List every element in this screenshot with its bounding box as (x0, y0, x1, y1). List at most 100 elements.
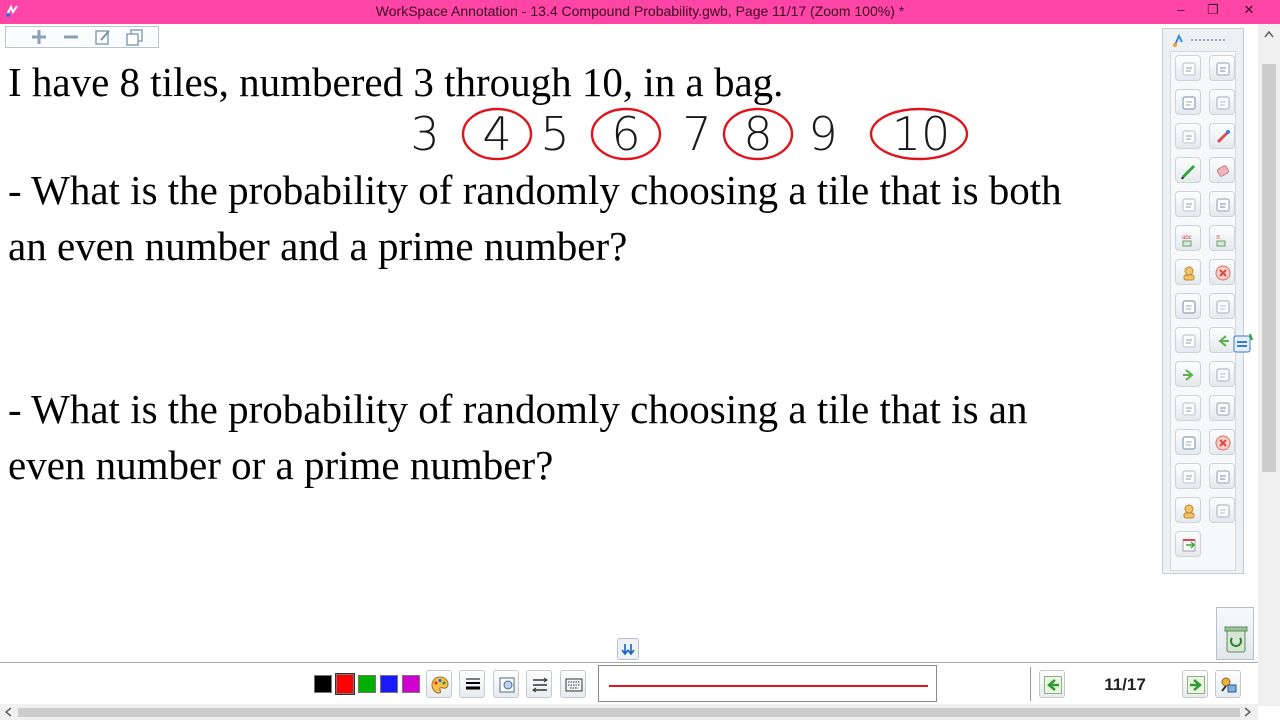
palette-buttons: abc π (1170, 51, 1236, 571)
mouse-icon (1182, 96, 1196, 110)
lines-button[interactable] (1209, 191, 1235, 217)
color-swatch[interactable] (314, 675, 332, 693)
paint-bucket-button[interactable] (1175, 259, 1201, 285)
line-style-button[interactable] (526, 670, 552, 698)
recycle-bin-button[interactable] (1216, 607, 1254, 660)
pen-icon (1181, 164, 1196, 180)
magic-pen-icon (1216, 130, 1230, 144)
question-1-line-2: an even number and a prime number? (8, 223, 628, 269)
scroll-up-icon[interactable] (1264, 30, 1274, 38)
next-page-icon (1183, 369, 1194, 381)
previous-page-button[interactable] (1039, 670, 1065, 698)
remove-page-button[interactable] (1209, 55, 1235, 81)
tool-palette: abc π (1162, 28, 1244, 574)
color-swatch[interactable] (402, 675, 420, 693)
shape-recognition-button[interactable]: π (1209, 225, 1235, 251)
window-title: WorkSpace Annotation - 13.4 Compound Pro… (375, 3, 905, 19)
horizontal-scroll-thumb[interactable] (18, 708, 1240, 717)
save-icon (1182, 402, 1196, 416)
blank-page-icon (1182, 300, 1196, 314)
mouse-button[interactable] (1175, 89, 1201, 115)
palette-dock-icon[interactable] (1233, 334, 1253, 354)
magic-pen-button[interactable] (1209, 123, 1235, 149)
minimize-button[interactable]: – (1166, 0, 1196, 20)
table-button[interactable] (1209, 361, 1235, 387)
eraser-button[interactable] (1209, 157, 1235, 183)
pages-icon[interactable] (124, 28, 146, 46)
more-tools-button[interactable] (1215, 670, 1241, 698)
screen-capture-icon (1182, 334, 1196, 348)
color-swatch[interactable] (335, 673, 355, 695)
close-button[interactable]: ✕ (1234, 0, 1264, 20)
pen-button[interactable] (1175, 157, 1201, 183)
next-page-button[interactable] (1175, 361, 1201, 387)
user-button[interactable] (1175, 497, 1201, 523)
color-swatch[interactable] (358, 675, 376, 693)
page-mini-toolbar (5, 26, 159, 48)
close-circle-icon (1215, 435, 1231, 451)
restore-button[interactable]: ❐ (1198, 0, 1228, 20)
scroll-right-icon[interactable] (1244, 707, 1252, 717)
color-palette-icon (431, 676, 449, 694)
svg-text:π: π (1216, 235, 1220, 241)
page-indicator: 11/17 (1104, 675, 1146, 694)
blank-page-button[interactable] (1175, 293, 1201, 319)
question-2-line-1: - What is the probability of randomly ch… (8, 386, 1028, 432)
previous-page-icon (1218, 335, 1229, 347)
minus-icon[interactable] (60, 28, 82, 46)
eraser-icon (1216, 165, 1230, 177)
handwritten-number: 3 (410, 107, 439, 161)
add-icon[interactable] (28, 28, 50, 46)
horizontal-scrollbar[interactable] (0, 704, 1258, 720)
screen-capture-button[interactable] (1175, 327, 1201, 353)
add-page-button[interactable] (1175, 55, 1201, 81)
previous-page-button[interactable] (1209, 327, 1235, 353)
line-sample (609, 685, 928, 687)
close-circle-button[interactable] (1209, 429, 1235, 455)
handwritten-number: 9 (808, 107, 837, 161)
select-button[interactable] (1175, 123, 1201, 149)
scroll-left-icon[interactable] (4, 707, 12, 717)
handwritten-number: 7 (682, 107, 711, 161)
lines-icon (1216, 198, 1230, 212)
next-page-button[interactable] (1182, 670, 1208, 698)
transparency-button[interactable] (493, 670, 519, 698)
copy-icon (1216, 96, 1230, 110)
toolbar-divider (1030, 667, 1031, 701)
palette-button[interactable] (426, 670, 452, 698)
clear-icon (1215, 265, 1231, 281)
screenshot-button[interactable] (1209, 463, 1235, 489)
new-page-icon (1216, 300, 1230, 314)
svg-text:abc: abc (1182, 235, 1192, 241)
add-page-icon (1182, 62, 1196, 76)
edit-icon[interactable] (92, 28, 114, 46)
arrow-left-icon (1044, 676, 1062, 694)
text-recognition-button[interactable]: abc (1175, 225, 1201, 251)
double-arrow-down-icon (621, 644, 635, 656)
clear-button[interactable] (1209, 259, 1235, 285)
new-page-button[interactable] (1209, 293, 1235, 319)
title-bar: WorkSpace Annotation - 13.4 Compound Pro… (0, 0, 1280, 24)
handwritten-number: 6 (611, 107, 640, 161)
ruler-icon (1216, 504, 1230, 518)
gallery-icon (1216, 402, 1230, 416)
gallery-button[interactable] (1209, 395, 1235, 421)
keyboard-button[interactable] (560, 670, 586, 698)
ruler-button[interactable] (1209, 497, 1235, 523)
tools-icon (1221, 677, 1237, 693)
highlighter-button[interactable] (1175, 191, 1201, 217)
vertical-scroll-thumb[interactable] (1262, 64, 1276, 472)
vertical-scrollbar[interactable] (1258, 24, 1280, 706)
save-button[interactable] (1175, 395, 1201, 421)
line-width-button[interactable] (459, 670, 485, 698)
exit-icon (1182, 539, 1196, 552)
attachment-button[interactable] (1175, 429, 1201, 455)
exit-button[interactable] (1175, 531, 1201, 557)
color-swatch[interactable] (380, 675, 398, 693)
toolbar-collapse-handle[interactable] (617, 638, 639, 660)
handwritten-tile-numbers: 3 4 5 6 7 8 9 10 (410, 107, 969, 161)
copy-button[interactable] (1209, 89, 1235, 115)
palette-grip-icon[interactable] (1167, 31, 1239, 49)
line-style-icon (532, 677, 548, 693)
camera-button[interactable] (1175, 463, 1201, 489)
